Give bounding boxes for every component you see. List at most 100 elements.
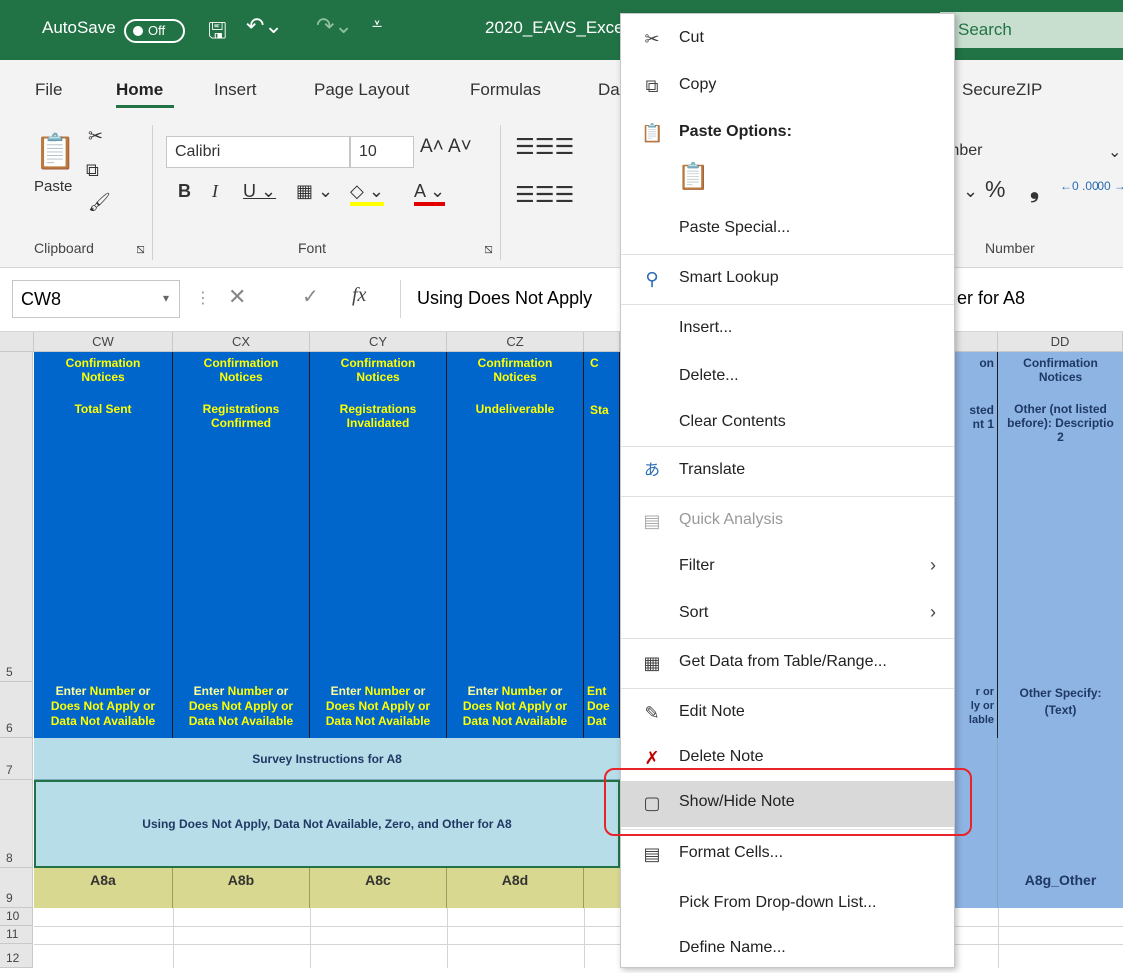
autosave-toggle[interactable]: Off — [124, 19, 185, 43]
header-cell-cx[interactable]: Confirmation Notices Registrations Confi… — [173, 352, 310, 682]
cancel-icon[interactable]: ✕ — [228, 284, 246, 310]
code-cell-cy[interactable]: A8c — [310, 868, 447, 908]
italic-icon[interactable]: I — [212, 181, 218, 202]
search-box[interactable]: Search — [940, 12, 1123, 48]
customize-qat-icon[interactable]: ⩡ — [372, 14, 382, 35]
align-left-icon[interactable]: ☰☰☰ — [515, 182, 574, 208]
header-cell-partial[interactable]: on sted nt 1 — [955, 352, 998, 682]
col-header-cx[interactable]: CX — [173, 332, 310, 352]
menu-item-define-name[interactable]: Define Name... — [621, 927, 954, 973]
name-box[interactable]: CW8 ▾ — [12, 280, 180, 318]
grow-font-icon[interactable]: A˄ A˅ — [420, 136, 472, 158]
row-header-8[interactable]: 8 — [0, 780, 33, 868]
tab-home[interactable]: Home — [116, 80, 163, 100]
number-format-dropdown-icon[interactable]: ⌄ — [1108, 142, 1121, 162]
code-cell-partial[interactable] — [584, 868, 620, 908]
enter-icon[interactable]: ✓ — [302, 284, 319, 309]
comma-icon[interactable]: ❟ — [1030, 176, 1039, 203]
row-header-5[interactable]: 5 — [0, 352, 33, 682]
row-header-6[interactable]: 6 — [0, 682, 33, 738]
instruction-cell-partial[interactable]: r or ly or lable — [955, 682, 998, 738]
menu-item-get-data[interactable]: ▦ Get Data from Table/Range... — [621, 641, 954, 687]
instruction-cell-dd[interactable]: Other Specify: (Text) — [998, 682, 1123, 738]
currency-dropdown-icon[interactable]: ⌄ — [963, 181, 978, 202]
select-all-corner[interactable] — [0, 332, 34, 352]
header-cell-dd[interactable]: Confirmation Notices Other (not listed b… — [998, 352, 1123, 682]
tab-data[interactable]: Da — [598, 80, 620, 100]
menu-item-cut[interactable]: ✂ Cut — [621, 17, 954, 63]
font-size-box[interactable]: 10 — [350, 136, 414, 168]
menu-item-paste-special[interactable]: Paste Special... — [621, 207, 954, 253]
instruction-cell-cw[interactable]: Enter Number or Does Not Apply or Data N… — [34, 682, 173, 738]
tab-page-layout[interactable]: Page Layout — [314, 80, 409, 100]
row-header-11[interactable]: 11 — [0, 926, 33, 944]
menu-item-quick-analysis[interactable]: ▤ Quick Analysis — [621, 499, 954, 545]
usage-instructions-cell[interactable]: Using Does Not Apply, Data Not Available… — [34, 780, 620, 868]
insert-function-icon[interactable]: fx — [352, 284, 366, 307]
survey-instructions-cell[interactable]: Survey Instructions for A8 — [34, 738, 620, 780]
menu-item-translate[interactable]: あ Translate — [621, 449, 954, 495]
col-header-dd[interactable]: DD — [998, 332, 1123, 352]
instruction-cell-cx[interactable]: Enter Number or Does Not Apply or Data N… — [173, 682, 310, 738]
instruction-cell-cz[interactable]: Enter Number or Does Not Apply or Data N… — [447, 682, 584, 738]
menu-item-insert[interactable]: Insert... — [621, 307, 954, 353]
paste-label[interactable]: Paste — [34, 178, 72, 195]
font-name-box[interactable]: Calibri — [166, 136, 350, 168]
menu-item-pick-dropdown[interactable]: Pick From Drop-down List... — [621, 882, 954, 928]
menu-item-clear-contents[interactable]: Clear Contents — [621, 401, 954, 447]
cell-dd8[interactable] — [998, 780, 1123, 868]
save-icon[interactable]: 🖫 — [208, 14, 227, 52]
redo-icon[interactable]: ↷⌄ — [316, 13, 353, 39]
font-color-icon[interactable]: A ⌄ — [414, 181, 446, 206]
code-cell-dd[interactable]: A8g_Other — [998, 868, 1123, 908]
increase-decimal-icon[interactable]: ←0 .00 — [1060, 179, 1099, 193]
borders-icon[interactable]: ▦ ⌄ — [296, 181, 333, 202]
paste-icon[interactable]: 📋 — [34, 132, 76, 172]
code-cell-cx[interactable]: A8b — [173, 868, 310, 908]
delete-note-icon: ✗ — [644, 748, 660, 768]
tab-insert[interactable]: Insert — [214, 80, 257, 100]
format-painter-icon[interactable]: 🖌 — [88, 192, 111, 213]
bold-icon[interactable]: B — [178, 181, 191, 202]
col-header-partial[interactable] — [955, 332, 998, 352]
percent-icon[interactable]: % — [985, 176, 1005, 203]
cut-icon[interactable]: ✂ — [88, 126, 103, 147]
row-header-9[interactable]: 9 — [0, 868, 33, 908]
undo-icon[interactable]: ↶⌄ — [246, 13, 283, 39]
menu-item-format-cells[interactable]: ▤ Format Cells... — [621, 832, 954, 878]
col-header-partial[interactable] — [584, 332, 620, 352]
paste-option-keep[interactable]: 📋 — [621, 157, 954, 205]
code-cell-partial[interactable] — [955, 868, 998, 908]
code-cell-cw[interactable]: A8a — [34, 868, 173, 908]
code-cell-cz[interactable]: A8d — [447, 868, 584, 908]
menu-item-copy[interactable]: ⧉ Copy — [621, 64, 954, 110]
decrease-decimal-icon[interactable]: .00 →.0 — [1094, 179, 1123, 193]
header-cell-cy[interactable]: Confirmation Notices Registrations Inval… — [310, 352, 447, 682]
font-launcher-icon[interactable]: ⧅ — [484, 240, 493, 257]
clipboard-launcher-icon[interactable]: ⧅ — [136, 240, 145, 257]
tab-securezip[interactable]: SecureZIP — [962, 80, 1042, 100]
header-cell-cz[interactable]: Confirmation Notices Undeliverable — [447, 352, 584, 682]
instruction-cell-partial[interactable]: Ent Doe Dat — [584, 682, 620, 738]
menu-item-delete[interactable]: Delete... — [621, 355, 954, 401]
tab-file[interactable]: File — [35, 80, 62, 100]
menu-item-smart-lookup[interactable]: ⚲ Smart Lookup — [621, 257, 954, 303]
copy-icon[interactable]: ⧉ — [86, 160, 99, 181]
underline-icon[interactable]: U ⌄ — [243, 181, 276, 202]
col-header-cy[interactable]: CY — [310, 332, 447, 352]
row-header-12[interactable]: 12 — [0, 944, 33, 968]
col-header-cw[interactable]: CW — [34, 332, 173, 352]
cell-dd7[interactable] — [998, 738, 1123, 780]
align-top-icon[interactable]: ☰☰☰ — [515, 134, 574, 160]
menu-item-edit-note[interactable]: ✎ Edit Note — [621, 691, 954, 737]
instruction-cell-cy[interactable]: Enter Number or Does Not Apply or Data N… — [310, 682, 447, 738]
row-header-7[interactable]: 7 — [0, 738, 33, 780]
menu-item-sort[interactable]: Sort › — [621, 592, 954, 638]
fill-color-icon[interactable]: ◇ ⌄ — [350, 181, 384, 206]
menu-item-filter[interactable]: Filter › — [621, 545, 954, 591]
tab-formulas[interactable]: Formulas — [470, 80, 541, 100]
header-cell-partial[interactable]: C Sta — [584, 352, 620, 682]
col-header-cz[interactable]: CZ — [447, 332, 584, 352]
header-cell-cw[interactable]: Confirmation Notices Total Sent — [34, 352, 173, 682]
row-header-10[interactable]: 10 — [0, 908, 33, 926]
